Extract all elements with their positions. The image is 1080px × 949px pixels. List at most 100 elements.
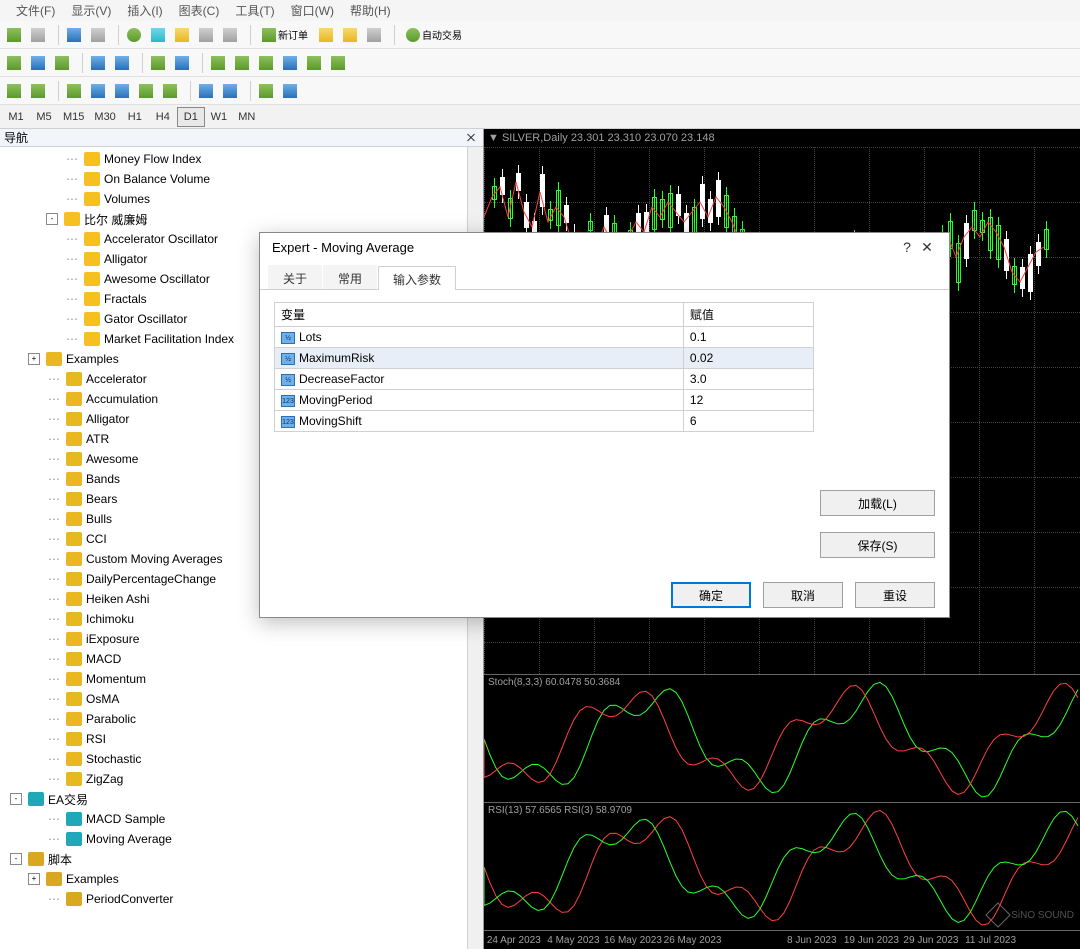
timeframe-M1[interactable]: M1 [2,107,30,127]
tree-item[interactable]: ⋯Stochastic [0,749,467,769]
menu-file[interactable]: 文件(F) [8,0,63,21]
autotrade-icon[interactable]: 自动交易 [399,24,467,46]
tree-item[interactable]: ⋯PeriodConverter [0,889,467,909]
tree-expander-icon[interactable]: - [10,853,22,865]
tree-item[interactable]: ⋯Money Flow Index [0,149,467,169]
col-variable[interactable]: 变量 [275,303,684,327]
timeframe-H4[interactable]: H4 [149,107,177,127]
param-row[interactable]: 123MovingShift6 [275,411,814,432]
menu-insert[interactable]: 插入(I) [119,0,170,21]
timeframe-M5[interactable]: M5 [30,107,58,127]
timeframe-M15[interactable]: M15 [58,107,89,127]
fibo-icon[interactable] [159,80,181,102]
tree-item[interactable]: ⋯OsMA [0,689,467,709]
menu-tools[interactable]: 工具(T) [227,0,282,21]
save-button[interactable]: 保存(S) [820,532,935,558]
hline-icon[interactable] [87,80,109,102]
reset-button[interactable]: 重设 [855,582,935,608]
dialog-title-bar[interactable]: Expert - Moving Average ? ✕ [260,233,949,261]
fullscreen-icon[interactable] [363,24,385,46]
templates-icon[interactable] [255,52,277,74]
chart-header[interactable]: ▼ SILVER,Daily 23.301 23.310 23.070 23.1… [484,129,1080,147]
dd[interactable] [279,80,301,102]
tab-common[interactable]: 常用 [323,265,377,289]
timeframe-W1[interactable]: W1 [205,107,233,127]
tree-item[interactable]: ⋯iExposure [0,629,467,649]
dd1[interactable] [279,52,301,74]
crosshair-icon[interactable] [27,80,49,102]
tab-inputs[interactable]: 输入参数 [378,266,456,290]
load-button[interactable]: 加载(L) [820,490,935,516]
dropdown2-icon[interactable] [87,24,109,46]
param-value[interactable]: 12 [683,390,813,411]
timeframe-M30[interactable]: M30 [89,107,120,127]
param-value[interactable]: 6 [683,411,813,432]
tree-item[interactable]: -EA交易 [0,789,467,809]
candle-chart-icon[interactable] [27,52,49,74]
tab-about[interactable]: 关于 [268,265,322,289]
arrows-icon[interactable] [255,80,277,102]
textlabel-icon[interactable] [219,80,241,102]
zoom-in-icon[interactable] [87,52,109,74]
meta-editor-icon[interactable] [315,24,337,46]
bar-chart-icon[interactable] [3,52,25,74]
options-icon[interactable] [339,24,361,46]
dialog-close-icon[interactable]: ✕ [917,239,937,256]
dialog-help-icon[interactable]: ? [897,239,917,255]
navigator-icon[interactable] [171,24,193,46]
menu-charts[interactable]: 图表(C) [171,0,228,21]
tree-item[interactable]: ⋯Parabolic [0,709,467,729]
save-icon[interactable] [63,24,85,46]
tree-item[interactable]: ⋯Volumes [0,189,467,209]
periods-icon[interactable] [231,52,253,74]
trendline-icon[interactable] [111,80,133,102]
equidistant-icon[interactable] [135,80,157,102]
new-chart-icon[interactable] [3,24,25,46]
tree-item[interactable]: ⋯ZigZag [0,769,467,789]
tree-item[interactable]: ⋯MACD Sample [0,809,467,829]
dropdown-icon[interactable] [27,24,49,46]
cancel-button[interactable]: 取消 [763,582,843,608]
timeframe-MN[interactable]: MN [233,107,261,127]
rsi-panel[interactable]: RSI(13) 57.6565 RSI(3) 58.9709 SiNO SOUN… [484,802,1080,930]
new-order-icon[interactable]: 新订单 [255,24,313,46]
text-icon[interactable] [195,80,217,102]
tree-item[interactable]: -比尔 威廉姆 [0,209,467,229]
tree-item[interactable]: ⋯MACD [0,649,467,669]
cursor-icon[interactable] [3,80,25,102]
terminal-icon[interactable] [195,24,217,46]
tree-expander-icon[interactable]: + [28,353,40,365]
param-row[interactable]: ½DecreaseFactor3.0 [275,369,814,390]
tree-item[interactable]: ⋯RSI [0,729,467,749]
param-value[interactable]: 3.0 [683,369,813,390]
tree-item[interactable]: ⋯On Balance Volume [0,169,467,189]
stoch-panel[interactable]: Stoch(8,3,3) 60.0478 50.3684 [484,674,1080,802]
menu-view[interactable]: 显示(V) [63,0,119,21]
tree-item[interactable]: -脚本 [0,849,467,869]
navigator-close-icon[interactable] [465,131,479,145]
ok-button[interactable]: 确定 [671,582,751,608]
marketwatch-icon[interactable] [147,24,169,46]
col-value[interactable]: 赋值 [683,303,813,327]
tree-expander-icon[interactable]: - [46,213,58,225]
menu-help[interactable]: 帮助(H) [342,0,399,21]
line-chart-icon[interactable] [51,52,73,74]
tree-item[interactable]: ⋯Momentum [0,669,467,689]
profile-icon[interactable] [123,24,145,46]
tree-item[interactable]: +Examples [0,869,467,889]
menu-window[interactable]: 窗口(W) [283,0,342,21]
parameters-table[interactable]: 变量 赋值 ½Lots0.1½MaximumRisk0.02½DecreaseF… [274,302,814,432]
zoom-out-icon[interactable] [111,52,133,74]
param-row[interactable]: ½Lots0.1 [275,327,814,348]
param-value[interactable]: 0.1 [683,327,813,348]
tree-expander-icon[interactable]: + [28,873,40,885]
indicators-icon[interactable] [207,52,229,74]
param-row[interactable]: 123MovingPeriod12 [275,390,814,411]
tree-item[interactable]: ⋯Moving Average [0,829,467,849]
dd2[interactable] [303,52,325,74]
param-row[interactable]: ½MaximumRisk0.02 [275,348,814,369]
vline-icon[interactable] [63,80,85,102]
auto-scroll-icon[interactable] [147,52,169,74]
param-value[interactable]: 0.02 [683,348,813,369]
timeframe-D1[interactable]: D1 [177,107,205,127]
